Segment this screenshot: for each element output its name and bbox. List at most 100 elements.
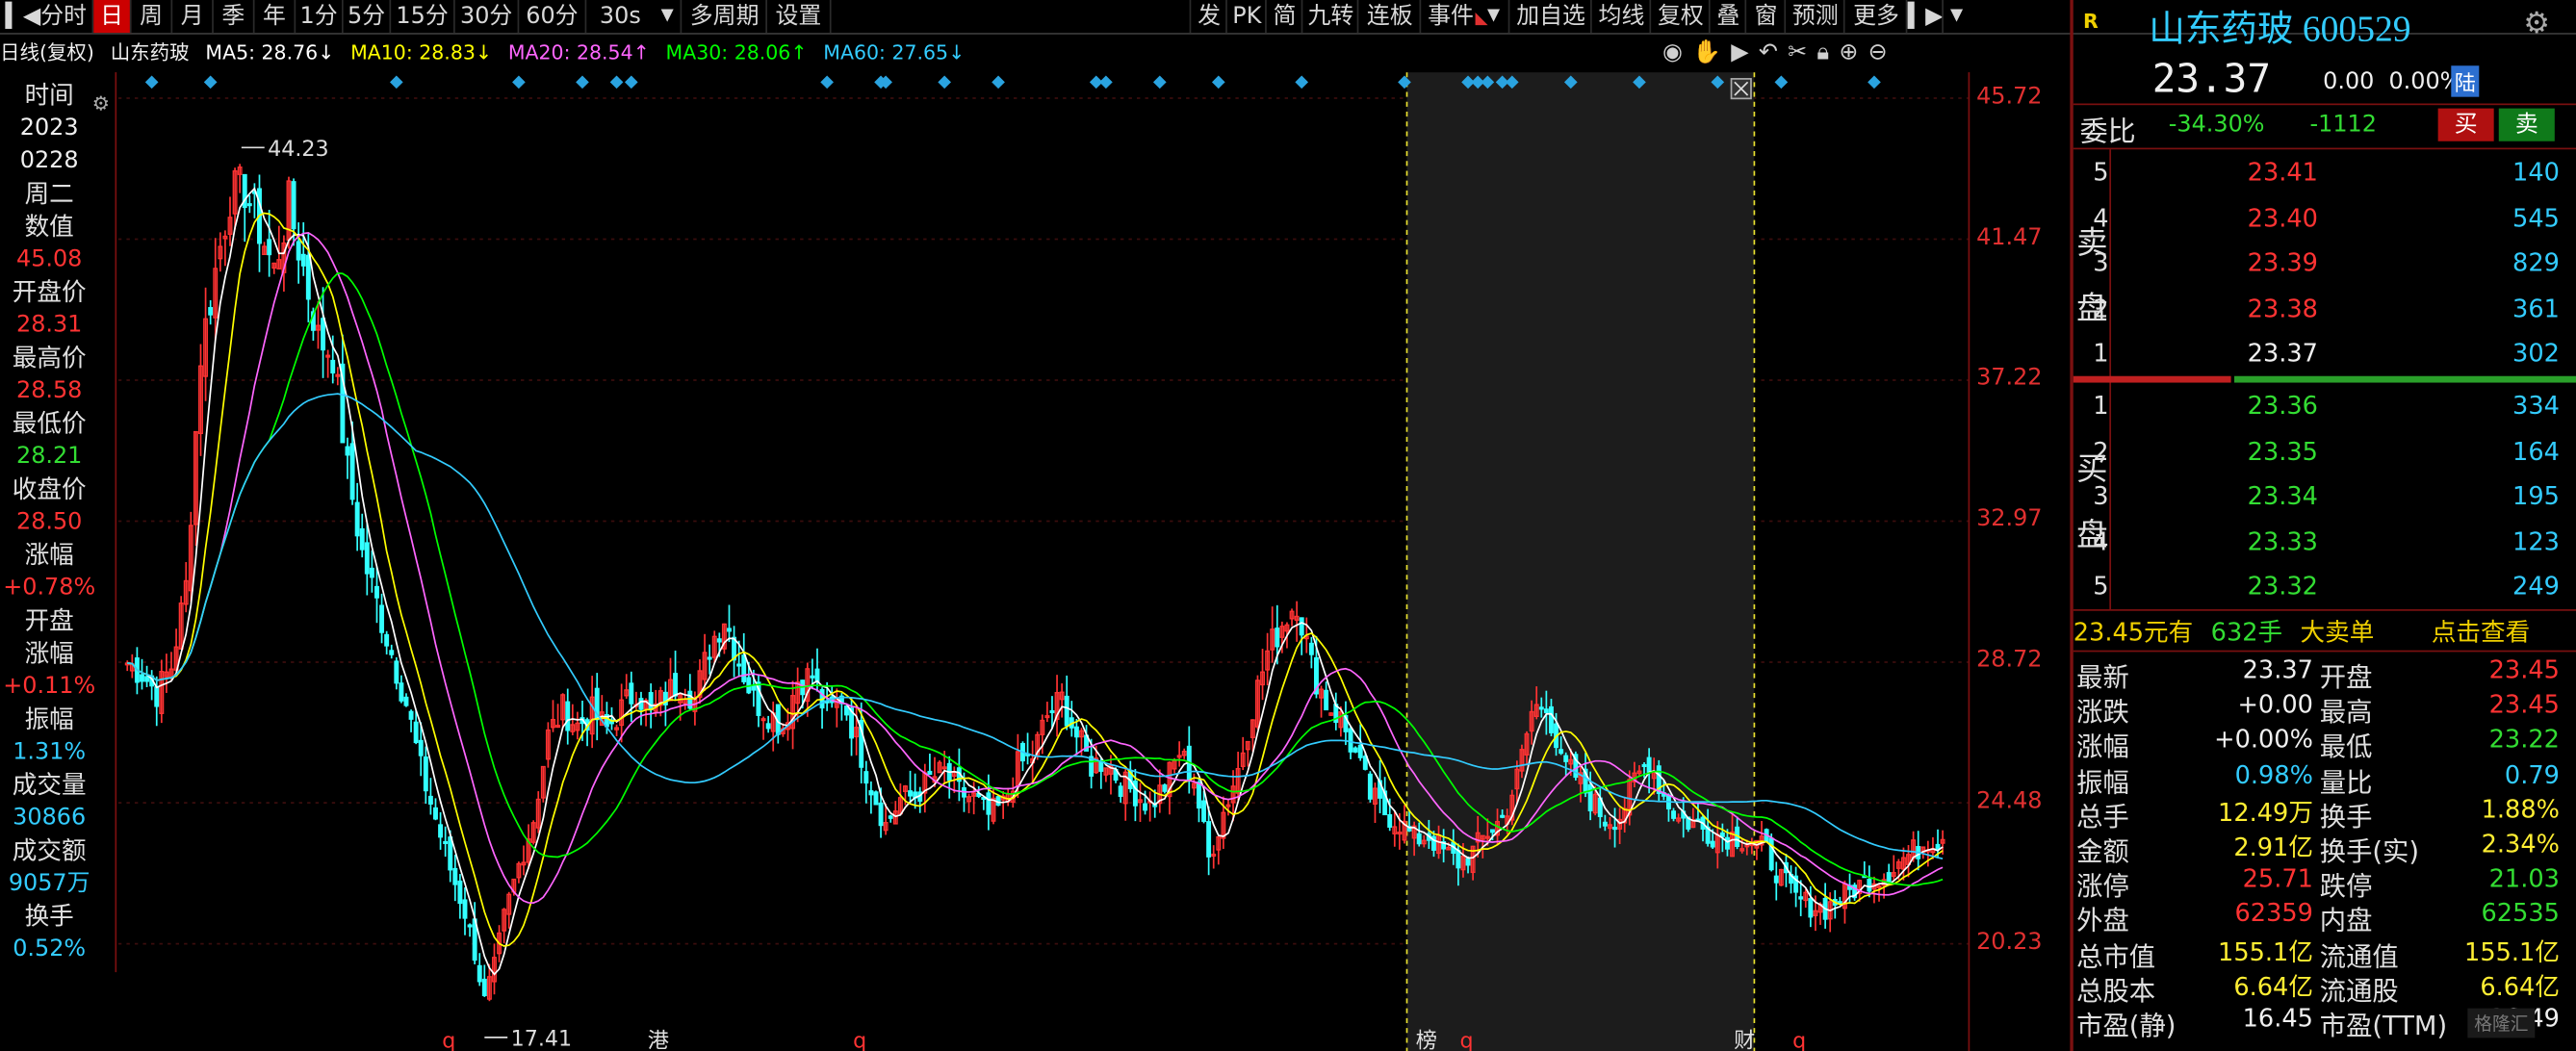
- btn-pk[interactable]: PK: [1225, 0, 1267, 34]
- info-open-chg-label2: 涨幅: [24, 638, 74, 669]
- candle-body: [345, 446, 350, 456]
- candle-body: [321, 318, 326, 351]
- candle-body: [1768, 837, 1774, 871]
- candle-body: [810, 675, 815, 679]
- eye-icon[interactable]: ◉: [1662, 39, 1683, 65]
- tab-60min[interactable]: 60分: [519, 0, 587, 34]
- ask-price: 23.40: [2247, 202, 2318, 233]
- candle-body: [873, 791, 879, 806]
- stat-label-2: 市盈(TTM): [2319, 1010, 2448, 1041]
- candle-body: [863, 771, 869, 784]
- zoom-in-icon[interactable]: ⊕: [1839, 39, 1858, 65]
- btn-overlay[interactable]: 叠: [1708, 0, 1746, 34]
- tab-quarterly[interactable]: 季: [214, 0, 255, 34]
- stat-value: +0.00: [2237, 689, 2313, 720]
- stat-label-2: 最低: [2319, 731, 2373, 763]
- tab-intraday[interactable]: ▍◀分时: [0, 0, 94, 34]
- candle-body: [868, 790, 874, 796]
- btn-events[interactable]: 事件 ◣ ▼: [1419, 0, 1506, 34]
- stat-label-2: 开盘: [2319, 661, 2373, 694]
- stat-value-2: 155.1亿: [2464, 936, 2560, 967]
- view-detail-link[interactable]: 点击查看: [2432, 614, 2530, 649]
- tab-settings[interactable]: 设置: [767, 0, 832, 34]
- tab-monthly[interactable]: 月: [172, 0, 214, 34]
- tab-30min[interactable]: 30分: [455, 0, 520, 34]
- candle-body: [246, 203, 252, 207]
- ask-vol: 140: [2512, 157, 2560, 188]
- lock-icon[interactable]: 🔒︎: [1816, 39, 1829, 65]
- tab-5min[interactable]: 5分: [344, 0, 392, 34]
- tab-15min[interactable]: 15分: [391, 0, 455, 34]
- event-diamond-icon: [609, 75, 624, 90]
- btn-lianban[interactable]: 连板: [1356, 0, 1422, 34]
- candle-body: [878, 802, 884, 827]
- candle-body: [1275, 628, 1280, 648]
- event-diamond-icon: [1295, 75, 1309, 90]
- btn-window[interactable]: 窗: [1744, 0, 1786, 34]
- chevron-down-icon[interactable]: ▼: [1942, 0, 1970, 34]
- tab-30s-dropdown[interactable]: 30s ▼: [586, 0, 683, 34]
- kline-svg[interactable]: 44.23 17.41 q 港 q 榜 q 财 q: [117, 72, 1969, 1051]
- tab-weekly[interactable]: 周: [132, 0, 173, 34]
- info-time-label: 时间: [24, 80, 74, 111]
- buy-button[interactable]: 买: [2437, 108, 2494, 141]
- candle-body: [1500, 814, 1506, 818]
- info-vol: 30866: [13, 805, 87, 832]
- info-open-chg-label1: 开盘: [24, 605, 74, 636]
- btn-add-watchlist[interactable]: 加自选: [1507, 0, 1592, 34]
- tab-daily[interactable]: 日: [93, 0, 132, 34]
- play-icon[interactable]: ▶: [1731, 39, 1748, 65]
- settings-gear-icon[interactable]: ⚙: [2523, 7, 2550, 41]
- candle-body: [433, 807, 438, 820]
- bottom-event-mark: 榜: [1416, 1029, 1437, 1051]
- scissors-icon[interactable]: ✂: [1788, 39, 1807, 65]
- candle-body: [305, 254, 311, 300]
- candle-body: [369, 567, 374, 578]
- sell-button[interactable]: 卖: [2498, 108, 2555, 141]
- tab-multi-period[interactable]: 多周期: [683, 0, 767, 34]
- candle-body: [1719, 832, 1725, 837]
- info-vol-label: 成交量: [12, 770, 87, 800]
- stat-label-2: 换手: [2319, 801, 2373, 833]
- btn-more[interactable]: 更多: [1842, 0, 1908, 34]
- info-amp: 1.31%: [13, 738, 87, 766]
- bid-level: 4: [2093, 526, 2109, 556]
- stock-title: 山东药玻 600529: [2149, 8, 2411, 50]
- btn-restore-rights[interactable]: 复权: [1649, 0, 1710, 34]
- btn-simple[interactable]: 简: [1265, 0, 1302, 34]
- stat-row: 金额 2.91亿 换手(实) 2.34%: [2074, 830, 2576, 867]
- tab-1min[interactable]: 1分: [296, 0, 344, 34]
- candle-body: [208, 307, 214, 316]
- candle-body: [1206, 821, 1212, 858]
- stat-value-2: 1.88%: [2481, 794, 2560, 825]
- stat-row: 总手 12.49万 换手 1.88%: [2074, 794, 2576, 832]
- candle-body: [1324, 689, 1329, 711]
- event-diamond-icon: [1211, 75, 1225, 90]
- ask-price: 23.38: [2247, 293, 2318, 323]
- candle-body: [1162, 784, 1168, 792]
- candle-body: [1073, 726, 1079, 738]
- stat-label: 市盈(静): [2076, 1010, 2177, 1041]
- btn-ma[interactable]: 均线: [1590, 0, 1651, 34]
- bottom-event-mark: 财: [1734, 1029, 1755, 1051]
- kline-chart[interactable]: 44.23 17.41 q 港 q 榜 q 财 q: [117, 72, 1969, 1051]
- undo-icon[interactable]: ↶: [1759, 39, 1778, 65]
- candle-body: [389, 650, 395, 655]
- collapse-icon[interactable]: ▍▶: [1905, 0, 1944, 34]
- tab-yearly[interactable]: 年: [255, 0, 296, 34]
- candle-body: [1558, 749, 1564, 755]
- ask-level: 5: [2093, 157, 2109, 188]
- btn-fa[interactable]: 发: [1189, 0, 1227, 34]
- candle-body: [1132, 781, 1138, 807]
- zoom-out-icon[interactable]: ⊖: [1868, 39, 1888, 65]
- candle-body: [638, 698, 644, 710]
- btn-forecast[interactable]: 预测: [1784, 0, 1844, 34]
- btn-jiuzhuan[interactable]: 九转: [1301, 0, 1359, 34]
- ma5-value: MA5: 28.76↓: [205, 40, 335, 64]
- candle-body: [291, 181, 296, 230]
- candle-body: [565, 701, 571, 731]
- hand-icon[interactable]: ✋: [1692, 39, 1721, 65]
- candle-body: [1357, 744, 1363, 758]
- candle-body: [1455, 849, 1461, 869]
- ask-price: 23.41: [2247, 157, 2318, 188]
